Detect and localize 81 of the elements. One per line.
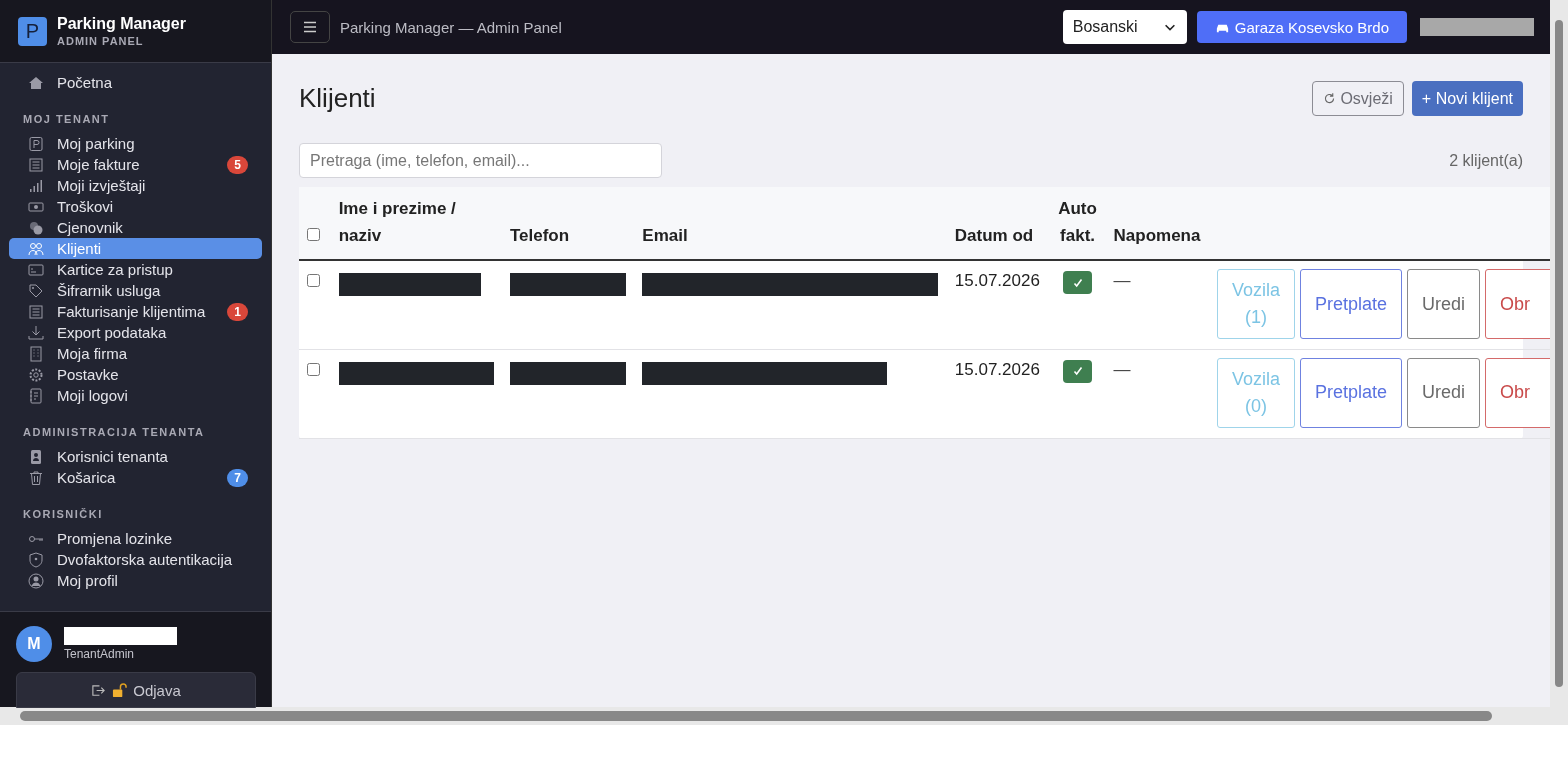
vertical-scrollbar[interactable] [1550,0,1568,707]
app-subtitle: ADMIN PANEL [57,35,145,47]
language-select[interactable]: Bosanski [1062,10,1187,44]
sidebar-item[interactable]: Fakturisanje klijentima 1 [9,301,262,322]
menu-button[interactable] [290,11,330,43]
sidebar-item[interactable]: Kartice za pristup [9,259,262,280]
table-cell: 15.07.2026 [954,271,1040,290]
home-icon [28,74,44,91]
select-all-checkbox[interactable] [307,228,320,241]
doc-icon [28,303,44,320]
users-icon [28,240,44,257]
user-role: TenantAdmin [64,647,136,661]
user-avatar: M [16,626,52,662]
count-badge: 7 [227,468,248,487]
delete-button[interactable]: Obr [1485,357,1550,428]
column-header: Email [642,226,688,245]
shield-icon [28,551,44,568]
count-badge: 5 [227,155,248,174]
table-cell: 15.07.2026 [954,359,1040,379]
table-cell: — [1113,359,1131,379]
building-icon [28,345,44,362]
column-header: Auto fakt. [1058,199,1097,245]
sidebar-item[interactable]: Moji izvještaji [9,175,262,196]
doc-icon [28,156,44,173]
tag-icon [28,282,44,299]
row-checkbox[interactable] [307,362,320,376]
page-title: Klijenti [299,83,376,114]
count-badge: 1 [227,302,248,321]
sidebar-item[interactable]: Moje fakture 5 [9,154,262,175]
refresh-icon [1323,92,1337,105]
gear-icon [28,366,44,383]
sidebar-item[interactable]: Moji logovi [9,385,262,406]
section-heading: ADMINISTRACIJA TENANTA [22,426,206,438]
garage-button[interactable]: Garaza Kosevsko Brdo [1196,11,1407,43]
logo-icon: P [18,16,47,46]
trash-icon [28,469,44,486]
menu-icon [302,19,318,35]
sidebar-item[interactable]: Promjena lozinke [9,528,262,549]
app-title: Parking Manager [57,15,186,33]
row-checkbox[interactable] [307,274,320,287]
person-icon [28,572,44,589]
sidebar-item[interactable]: Troškovi [9,196,262,217]
sidebar-item[interactable]: Moj profil [9,570,262,591]
table-cell: — [1113,271,1131,290]
subscriptions-button[interactable]: Pretplate [1300,269,1402,339]
column-header: Telefon [509,226,570,245]
column-header: Ime i prezime / naziv [338,199,456,245]
p-icon [28,135,44,152]
sidebar-item[interactable]: Košarica 7 [9,467,262,488]
sidebar-item[interactable]: Moj parking [9,133,262,154]
exit-icon [91,682,107,698]
log-icon [28,387,44,404]
subscriptions-button[interactable]: Pretplate [1300,357,1402,428]
sidebar-item[interactable]: Šifrarnik usluga [9,280,262,301]
new-client-button[interactable]: + Novi klijent [1411,81,1523,116]
section-heading: KORISNIČKI [22,508,104,520]
delete-button[interactable]: Obr [1485,269,1550,339]
sidebar-item[interactable]: Export podataka [9,322,262,343]
bars-icon [28,177,44,194]
sidebar-item[interactable]: Korisnici tenanta [9,446,262,467]
down-icon [28,324,44,341]
column-header: Datum od [954,226,1034,245]
section-heading: MOJ TENANT [22,113,111,125]
search-field[interactable]: Pretraga (ime, telefon, email)... [299,143,662,178]
card-icon [28,261,44,278]
coins-icon [28,219,44,236]
page-header-title: Parking Manager — Admin Panel [340,18,562,36]
edit-button[interactable]: Uredi [1407,357,1480,428]
padlock-icon [112,682,128,698]
sidebar-item[interactable]: Početna [9,72,262,93]
logout-button[interactable]: Odjava [16,672,256,708]
sidebar-item[interactable]: Dvofaktorska autentikacija [9,549,262,570]
sidebar-item[interactable]: Moja firma [9,343,262,364]
horizontal-scrollbar[interactable] [0,707,1568,725]
refresh-button[interactable]: Osvježi [1312,81,1404,116]
column-header: Napomena [1113,226,1201,245]
sidebar-item[interactable]: Cjenovnik [9,217,262,238]
edit-button[interactable]: Uredi [1407,269,1480,339]
sidebar-item[interactable]: Postavke [9,364,262,385]
client-count: 2 klijent(a) [1449,151,1523,170]
id-icon [28,448,44,465]
